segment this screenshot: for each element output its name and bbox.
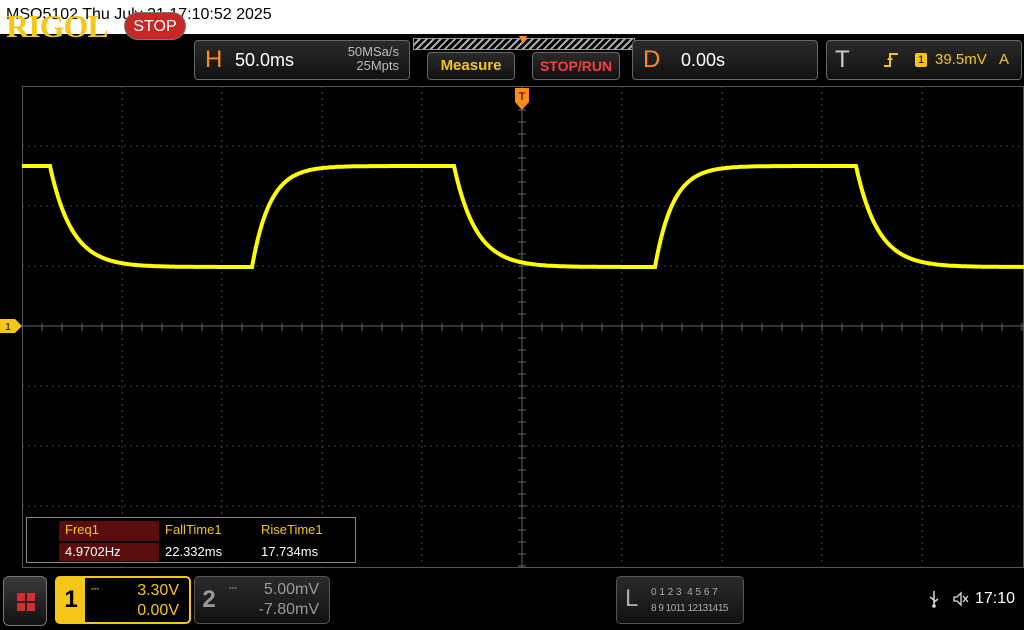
ch1-ground-marker[interactable]: 1: [0, 319, 22, 333]
run-state-badge[interactable]: STOP: [124, 12, 186, 40]
measurement-table[interactable]: Freq1 FallTime1 RiseTime1 4.9702Hz 22.33…: [26, 517, 356, 563]
usb-icon: [929, 591, 939, 608]
trigger-letter: T: [835, 46, 850, 73]
channel1-scale: 3.30V: [137, 582, 179, 599]
menu-grid-icon: [17, 593, 35, 611]
channel2-settings[interactable]: 2 ⎓ 5.00mV -7.80mV: [194, 576, 330, 624]
meas-value-falltime: 22.332ms: [165, 544, 223, 559]
trigger-marker-label: T: [519, 91, 526, 103]
waveform-grid: [22, 86, 1024, 568]
trigger-source-badge: 1: [915, 53, 927, 67]
main-menu-button[interactable]: [3, 576, 47, 626]
channel1-number: 1: [57, 578, 85, 622]
horizontal-letter: H: [205, 46, 223, 73]
trigger-position-marker[interactable]: T: [515, 88, 529, 110]
meas-header-freq: Freq1: [59, 521, 159, 541]
sample-rate: 50MSa/s: [347, 44, 399, 59]
meas-value-freq: 4.9702Hz: [59, 543, 159, 561]
rising-edge-icon: [883, 51, 899, 74]
logic-channels-row2: 8 9 1011 12131415: [651, 603, 728, 614]
memory-depth: 25Mpts: [356, 58, 399, 73]
measure-button[interactable]: Measure: [427, 52, 515, 80]
logic-channels-row1: 0 1 2 3 4 5 6 7: [651, 587, 718, 598]
ch1-trace: [22, 164, 1024, 269]
trigger-level: 39.5mV: [935, 51, 987, 68]
channel1-offset: 0.00V: [137, 602, 179, 619]
rigol-logo: RIGOL: [6, 8, 109, 44]
timebase-value: 50.0ms: [235, 50, 295, 70]
dc-coupling-icon: ⎓: [229, 583, 237, 594]
channel1-settings[interactable]: 1 ⎓ 3.30V 0.00V: [55, 576, 191, 624]
channel2-scale: 5.00mV: [263, 581, 319, 598]
dc-coupling-icon: ⎓: [91, 584, 99, 595]
delay-settings[interactable]: D 0.00s: [632, 40, 818, 80]
trigger-settings[interactable]: T 1 39.5mV A: [826, 40, 1022, 80]
channel2-offset: -7.80mV: [258, 601, 319, 618]
speaker-muted-icon[interactable]: [952, 590, 970, 608]
channel2-number: 2: [202, 586, 216, 613]
meas-header-falltime: FallTime1: [165, 522, 222, 537]
stop-run-button[interactable]: STOP/RUN: [532, 52, 620, 80]
meas-value-risetime: 17.734ms: [261, 544, 319, 559]
waveform-display[interactable]: [22, 86, 1024, 568]
logic-analyzer-settings[interactable]: L 0 1 2 3 4 5 6 7 8 9 1011 12131415: [616, 576, 744, 624]
ch1-marker-label: 1: [5, 322, 11, 333]
meas-header-risetime: RiseTime1: [261, 522, 323, 537]
trigger-coupling: A: [999, 51, 1010, 68]
delay-letter: D: [643, 46, 661, 73]
horizontal-settings[interactable]: H 50.0ms 50MSa/s 25Mpts: [194, 40, 410, 80]
logic-letter: L: [625, 585, 639, 612]
grid-lines: [22, 86, 1024, 568]
delay-value: 0.00s: [681, 50, 726, 70]
status-clock: 17:10: [975, 590, 1016, 607]
